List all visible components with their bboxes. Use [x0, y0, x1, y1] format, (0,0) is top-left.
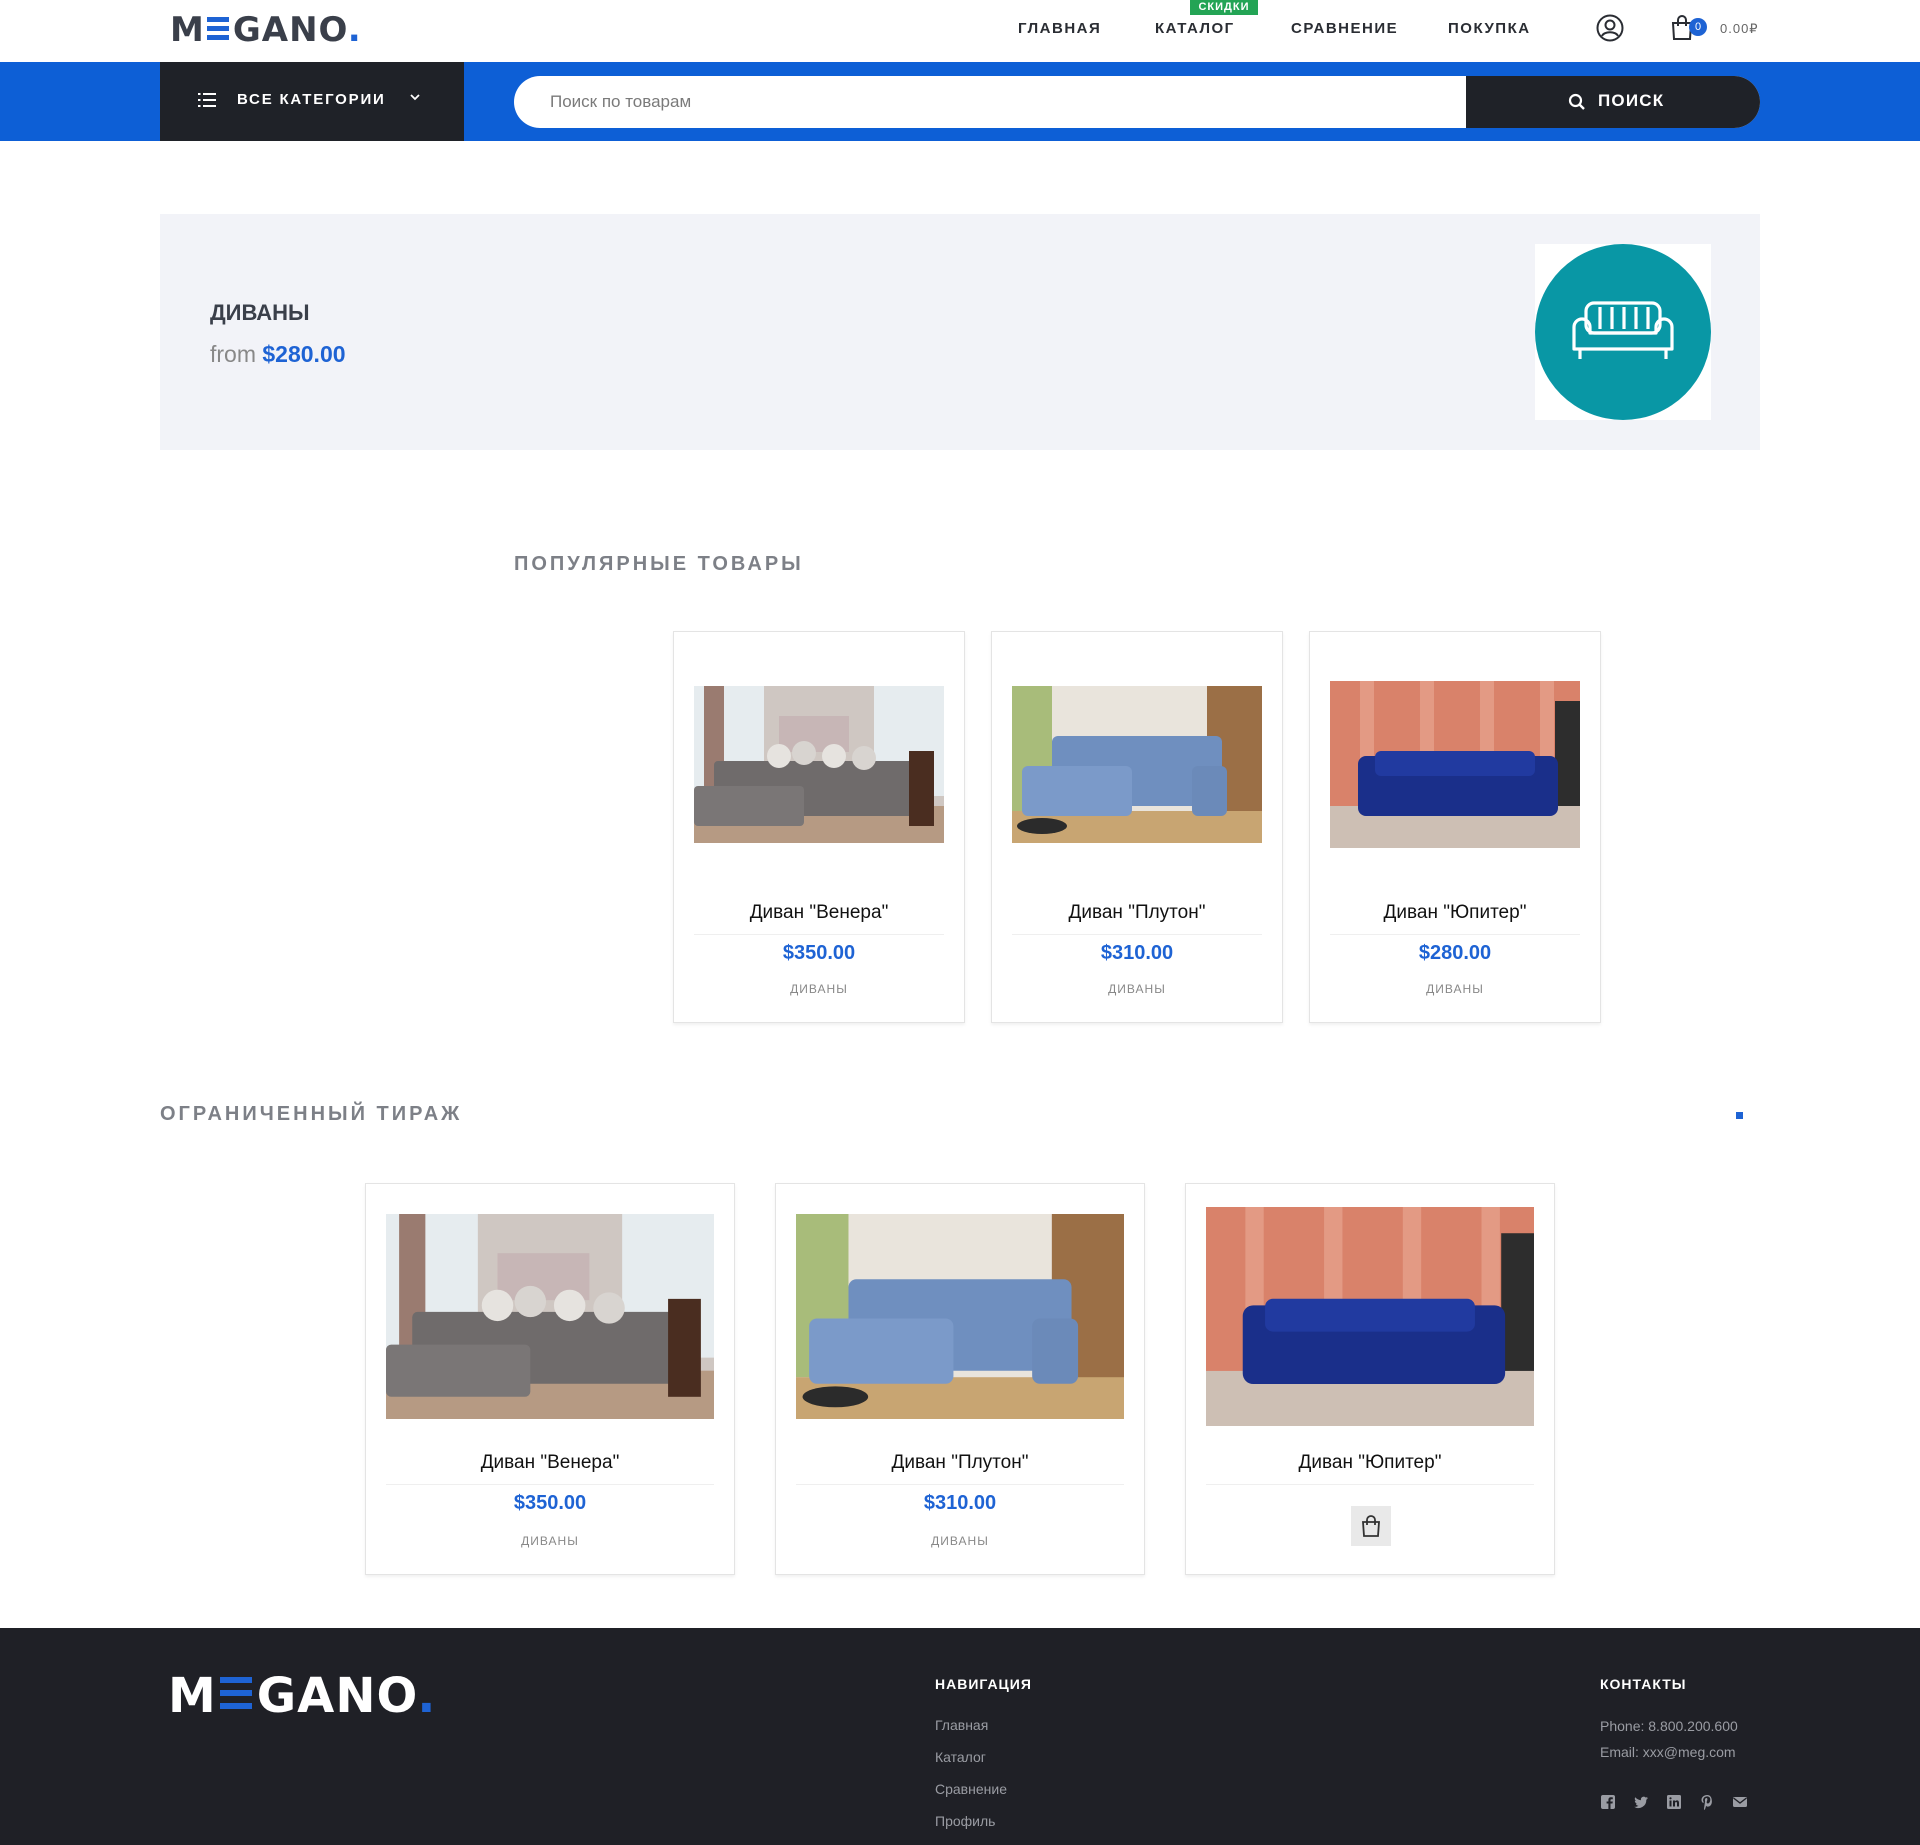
product-price: $310.00: [1100, 942, 1174, 964]
product-name[interactable]: Диван "Юпитер": [1310, 902, 1600, 924]
divider: [1206, 1484, 1534, 1485]
product-image[interactable]: [1206, 1207, 1534, 1426]
sofa-icon: [1572, 301, 1674, 359]
product-price: $310.00: [923, 1492, 997, 1514]
product-category[interactable]: ДИВАНЫ: [674, 982, 964, 996]
product-image[interactable]: [1330, 681, 1580, 848]
divider: [796, 1484, 1124, 1485]
footer-logo-text-start: M: [168, 1668, 217, 1724]
footer-logo-e-mark: [219, 1674, 254, 1712]
banner-title: ДИВАНЫ: [210, 300, 310, 325]
search-button[interactable]: ПОИСК: [1466, 76, 1760, 128]
banner-price: $280.00: [262, 341, 346, 367]
top-bar: M GANO. ГЛАВНАЯ КАТАЛОГ СКИДКИ СРАВНЕНИЕ …: [0, 0, 1920, 62]
product-name[interactable]: Диван "Венера": [366, 1452, 734, 1474]
footer-nav-title: НАВИГАЦИЯ: [935, 1676, 1032, 1692]
product-name[interactable]: Диван "Юпитер": [1186, 1452, 1554, 1474]
product-card[interactable]: Диван "Юпитер": [1185, 1183, 1555, 1575]
sale-badge: СКИДКИ: [1190, 0, 1258, 15]
list-icon: [198, 93, 216, 107]
footer-contacts-title: КОНТАКТЫ: [1600, 1676, 1687, 1692]
add-to-cart-button[interactable]: [1351, 1506, 1391, 1546]
product-price: $350.00: [782, 942, 856, 964]
divider: [1330, 934, 1580, 935]
footer-logo-dot: .: [417, 1668, 437, 1724]
product-price: $350.00: [513, 1492, 587, 1514]
shopping-bag-icon: [1362, 1515, 1380, 1537]
linkedin-icon[interactable]: [1666, 1794, 1682, 1810]
divider: [386, 1484, 714, 1485]
slider-dot[interactable]: [1736, 1112, 1743, 1119]
chevron-down-icon: [410, 94, 420, 101]
facebook-icon[interactable]: [1600, 1794, 1616, 1810]
user-icon[interactable]: [1596, 14, 1624, 42]
footer-link-profile[interactable]: Профиль: [935, 1813, 995, 1829]
nav-compare[interactable]: СРАВНЕНИЕ: [1291, 20, 1398, 37]
pinterest-icon[interactable]: [1699, 1794, 1715, 1810]
nav-catalog[interactable]: КАТАЛОГ: [1155, 20, 1235, 37]
divider: [694, 934, 944, 935]
category-banner[interactable]: ДИВАНЫ from $280.00: [160, 214, 1760, 450]
mail-icon[interactable]: [1732, 1794, 1748, 1810]
product-image[interactable]: [796, 1214, 1124, 1419]
popular-title: ПОПУЛЯРНЫЕ ТОВАРЫ: [514, 553, 804, 575]
banner-from-label: from: [210, 341, 256, 367]
limited-title: ОГРАНИЧЕННЫЙ ТИРАЖ: [160, 1103, 463, 1125]
product-card[interactable]: Диван "Плутон" $310.00 ДИВАНЫ: [775, 1183, 1145, 1575]
categories-label: ВСЕ КАТЕГОРИИ: [237, 91, 386, 108]
footer: M GANO. НАВИГАЦИЯ Главная Каталог Сравнен…: [0, 1628, 1920, 1845]
footer-link-compare[interactable]: Сравнение: [935, 1781, 1007, 1797]
footer-link-catalog[interactable]: Каталог: [935, 1749, 986, 1765]
cart-total[interactable]: 0.00₽: [1720, 21, 1759, 37]
cart-count-badge: 0: [1689, 18, 1707, 36]
footer-email[interactable]: Email: xxx@meg.com: [1600, 1744, 1736, 1760]
footer-link-home[interactable]: Главная: [935, 1717, 988, 1733]
banner-icon-box: [1535, 244, 1711, 420]
product-category[interactable]: ДИВАНЫ: [776, 1534, 1144, 1548]
product-name[interactable]: Диван "Плутон": [992, 902, 1282, 924]
footer-logo[interactable]: M GANO.: [168, 1668, 436, 1724]
divider: [1012, 934, 1262, 935]
logo[interactable]: M GANO.: [170, 10, 362, 50]
logo-text-end: GANO: [232, 10, 348, 50]
product-category[interactable]: ДИВАНЫ: [1310, 982, 1600, 996]
twitter-icon[interactable]: [1633, 1794, 1649, 1810]
product-image[interactable]: [1012, 686, 1262, 843]
product-name[interactable]: Диван "Плутон": [776, 1452, 1144, 1474]
banner-price-line: from $280.00: [210, 341, 346, 368]
product-category[interactable]: ДИВАНЫ: [366, 1534, 734, 1548]
footer-logo-text-end: GANO: [256, 1668, 418, 1724]
product-image[interactable]: [694, 686, 944, 843]
search-icon: [1568, 93, 1585, 110]
nav-purchase[interactable]: ПОКУПКА: [1448, 20, 1531, 37]
all-categories-dropdown[interactable]: ВСЕ КАТЕГОРИИ: [160, 62, 464, 141]
product-card[interactable]: Диван "Юпитер" $280.00 ДИВАНЫ: [1309, 631, 1601, 1023]
logo-dot: .: [347, 10, 362, 50]
nav-home[interactable]: ГЛАВНАЯ: [1018, 20, 1101, 37]
product-name[interactable]: Диван "Венера": [674, 902, 964, 924]
product-category[interactable]: ДИВАНЫ: [992, 982, 1282, 996]
product-price: $280.00: [1418, 942, 1492, 964]
product-card[interactable]: Диван "Венера" $350.00 ДИВАНЫ: [365, 1183, 735, 1575]
search-button-label: ПОИСК: [1598, 91, 1665, 110]
search-input[interactable]: [550, 76, 1550, 128]
product-image[interactable]: [386, 1214, 714, 1419]
product-card[interactable]: Диван "Венера" $350.00 ДИВАНЫ: [673, 631, 965, 1023]
product-card[interactable]: Диван "Плутон" $310.00 ДИВАНЫ: [991, 631, 1283, 1023]
logo-e-mark: [206, 15, 231, 41]
logo-text-start: M: [170, 10, 205, 50]
footer-phone: Phone: 8.800.200.600: [1600, 1718, 1738, 1734]
